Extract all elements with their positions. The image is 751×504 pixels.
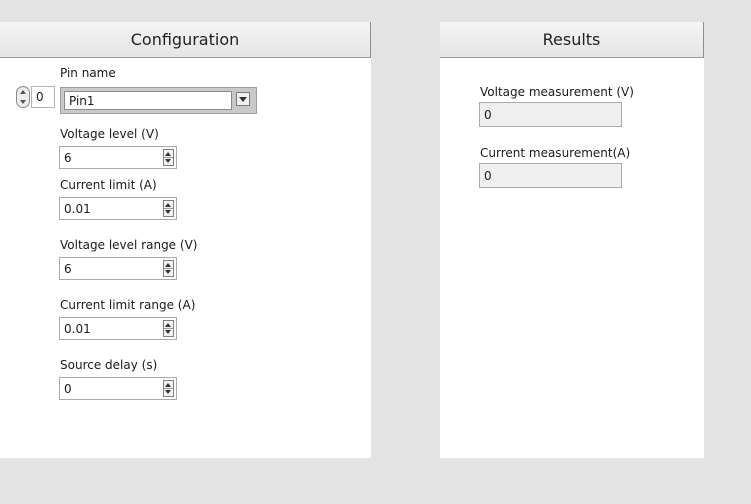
current-limit-spinner-icon[interactable] xyxy=(163,200,174,217)
current-limit-range-value: 0.01 xyxy=(64,322,91,336)
voltage-level-range-value: 6 xyxy=(64,262,72,276)
voltage-level-label: Voltage level (V) xyxy=(60,127,159,141)
chevron-down-icon[interactable] xyxy=(236,92,250,106)
source-delay-value: 0 xyxy=(64,382,72,396)
voltage-measurement-label: Voltage measurement (V) xyxy=(480,85,634,99)
pin-name-value: Pin1 xyxy=(69,94,95,108)
tab-configuration-label: Configuration xyxy=(130,30,240,49)
current-limit-range-label: Current limit range (A) xyxy=(60,298,196,312)
source-delay-input[interactable]: 0 xyxy=(59,377,177,400)
voltage-measurement-indicator: 0 xyxy=(479,102,622,127)
array-index-control[interactable]: 0 xyxy=(16,86,56,110)
pin-name-field[interactable]: Pin1 xyxy=(64,91,232,110)
current-limit-input[interactable]: 0.01 xyxy=(59,197,177,220)
tab-results-label: Results xyxy=(542,30,601,49)
arrow-up-icon[interactable] xyxy=(20,90,26,94)
voltage-level-range-spinner-icon[interactable] xyxy=(163,260,174,277)
array-index-value: 0 xyxy=(36,90,44,104)
tab-configuration[interactable]: Configuration xyxy=(0,22,371,58)
array-index-spinner-icon[interactable] xyxy=(16,86,30,108)
voltage-level-input[interactable]: 6 xyxy=(59,146,177,169)
pin-name-dropdown[interactable]: Pin1 xyxy=(60,87,257,114)
voltage-level-range-input[interactable]: 6 xyxy=(59,257,177,280)
tab-results[interactable]: Results xyxy=(440,22,704,58)
voltage-level-range-label: Voltage level range (V) xyxy=(60,238,198,252)
array-index-field[interactable]: 0 xyxy=(31,86,55,108)
voltage-measurement-value: 0 xyxy=(484,108,492,122)
source-delay-spinner-icon[interactable] xyxy=(163,380,174,397)
voltage-level-spinner-icon[interactable] xyxy=(163,149,174,166)
current-limit-range-spinner-icon[interactable] xyxy=(163,320,174,337)
current-measurement-indicator: 0 xyxy=(479,163,622,188)
current-measurement-label: Current measurement(A) xyxy=(480,146,631,160)
current-limit-label: Current limit (A) xyxy=(60,178,157,192)
current-limit-range-input[interactable]: 0.01 xyxy=(59,317,177,340)
pin-name-label: Pin name xyxy=(60,66,116,80)
arrow-down-icon[interactable] xyxy=(20,100,26,104)
source-delay-label: Source delay (s) xyxy=(60,358,158,372)
voltage-level-value: 6 xyxy=(64,151,72,165)
current-limit-value: 0.01 xyxy=(64,202,91,216)
current-measurement-value: 0 xyxy=(484,169,492,183)
